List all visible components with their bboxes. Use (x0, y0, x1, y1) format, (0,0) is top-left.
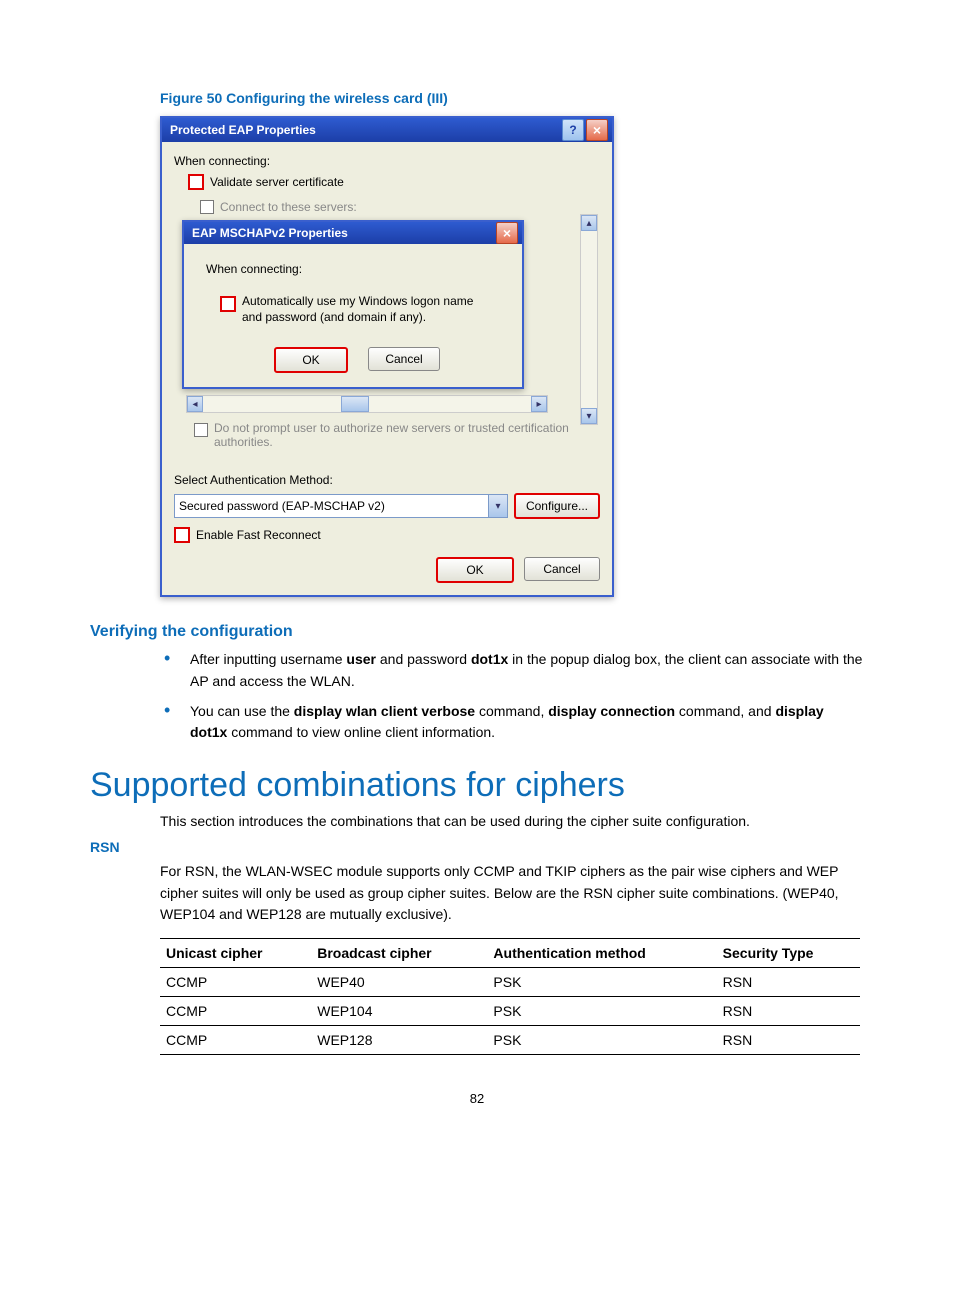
figure-caption: Figure 50 Configuring the wireless card … (160, 90, 864, 106)
checkbox-icon (194, 423, 208, 437)
ciphers-heading: Supported combinations for ciphers (90, 766, 864, 805)
validate-cert-checkbox[interactable]: Validate server certificate (188, 174, 600, 190)
checkbox-icon (188, 174, 204, 190)
th-sectype: Security Type (717, 939, 860, 968)
auto-logon-label: Automatically use my Windows logon name … (242, 294, 492, 325)
scroll-track[interactable] (203, 396, 531, 412)
cipher-table: Unicast cipher Broadcast cipher Authenti… (160, 938, 860, 1055)
checkbox-icon (174, 527, 190, 543)
ciphers-intro: This section introduces the combinations… (160, 813, 864, 829)
connect-servers-label: Connect to these servers: (220, 200, 357, 214)
chevron-down-icon[interactable]: ▾ (488, 495, 507, 517)
list-item: After inputting username user and passwo… (190, 649, 864, 692)
scroll-right-icon[interactable]: ▸ (531, 396, 547, 412)
verify-bullets: After inputting username user and passwo… (190, 649, 864, 744)
configure-button[interactable]: Configure... (514, 493, 600, 519)
table-row: CCMP WEP128 PSK RSN (160, 1026, 860, 1055)
inner-when-connecting: When connecting: (206, 262, 508, 276)
vert-scrollbar[interactable]: ▴ ▾ (580, 214, 598, 425)
auth-method-select[interactable]: Secured password (EAP-MSCHAP v2) ▾ (174, 494, 508, 518)
page-number: 82 (90, 1091, 864, 1106)
mschap-titlebar: EAP MSCHAPv2 Properties × (184, 222, 522, 244)
scroll-down-icon[interactable]: ▾ (581, 408, 597, 424)
mschap-dialog: EAP MSCHAPv2 Properties × When connectin… (182, 220, 524, 389)
list-item: You can use the display wlan client verb… (190, 701, 864, 744)
no-prompt-checkbox: Do not prompt user to authorize new serv… (194, 421, 600, 449)
verify-heading: Verifying the configuration (90, 623, 864, 641)
validate-cert-label: Validate server certificate (210, 175, 344, 189)
no-prompt-label: Do not prompt user to authorize new serv… (214, 421, 574, 449)
peap-titlebar: Protected EAP Properties ? × (162, 118, 612, 142)
rsn-heading: RSN (90, 839, 864, 855)
help-icon[interactable]: ? (562, 119, 584, 141)
th-auth: Authentication method (487, 939, 716, 968)
mschap-title: EAP MSCHAPv2 Properties (192, 226, 494, 240)
table-header-row: Unicast cipher Broadcast cipher Authenti… (160, 939, 860, 968)
auth-method-row: Secured password (EAP-MSCHAP v2) ▾ Confi… (174, 493, 600, 519)
th-broadcast: Broadcast cipher (311, 939, 487, 968)
outer-button-row: OK Cancel (174, 557, 600, 583)
peap-title: Protected EAP Properties (170, 123, 562, 137)
table-row: CCMP WEP40 PSK RSN (160, 968, 860, 997)
mschap-body: When connecting: Automatically use my Wi… (184, 244, 522, 387)
ok-button[interactable]: OK (436, 557, 514, 583)
th-unicast: Unicast cipher (160, 939, 311, 968)
fast-reconnect-checkbox[interactable]: Enable Fast Reconnect (174, 527, 600, 543)
ok-button[interactable]: OK (274, 347, 348, 373)
connect-servers-checkbox: Connect to these servers: (200, 200, 600, 214)
checkbox-icon (220, 296, 236, 312)
horiz-scrollbar[interactable]: ◂ ▸ (186, 395, 548, 413)
select-auth-label: Select Authentication Method: (174, 473, 600, 487)
auth-method-value: Secured password (EAP-MSCHAP v2) (179, 499, 385, 513)
cancel-button[interactable]: Cancel (524, 557, 600, 581)
scroll-up-icon[interactable]: ▴ (581, 215, 597, 231)
auto-logon-checkbox[interactable]: Automatically use my Windows logon name … (220, 294, 508, 325)
checkbox-icon (200, 200, 214, 214)
close-icon[interactable]: × (586, 119, 608, 141)
inner-button-row: OK Cancel (206, 347, 508, 373)
close-icon[interactable]: × (496, 222, 518, 244)
fast-reconnect-label: Enable Fast Reconnect (196, 528, 321, 542)
peap-body: When connecting: Validate server certifi… (162, 142, 612, 595)
when-connecting-label: When connecting: (174, 154, 600, 168)
cancel-button[interactable]: Cancel (368, 347, 440, 371)
scroll-thumb[interactable] (341, 396, 369, 412)
rsn-text: For RSN, the WLAN-WSEC module supports o… (160, 861, 864, 926)
scroll-left-icon[interactable]: ◂ (187, 396, 203, 412)
table-row: CCMP WEP104 PSK RSN (160, 997, 860, 1026)
peap-dialog: Protected EAP Properties ? × When connec… (160, 116, 614, 597)
